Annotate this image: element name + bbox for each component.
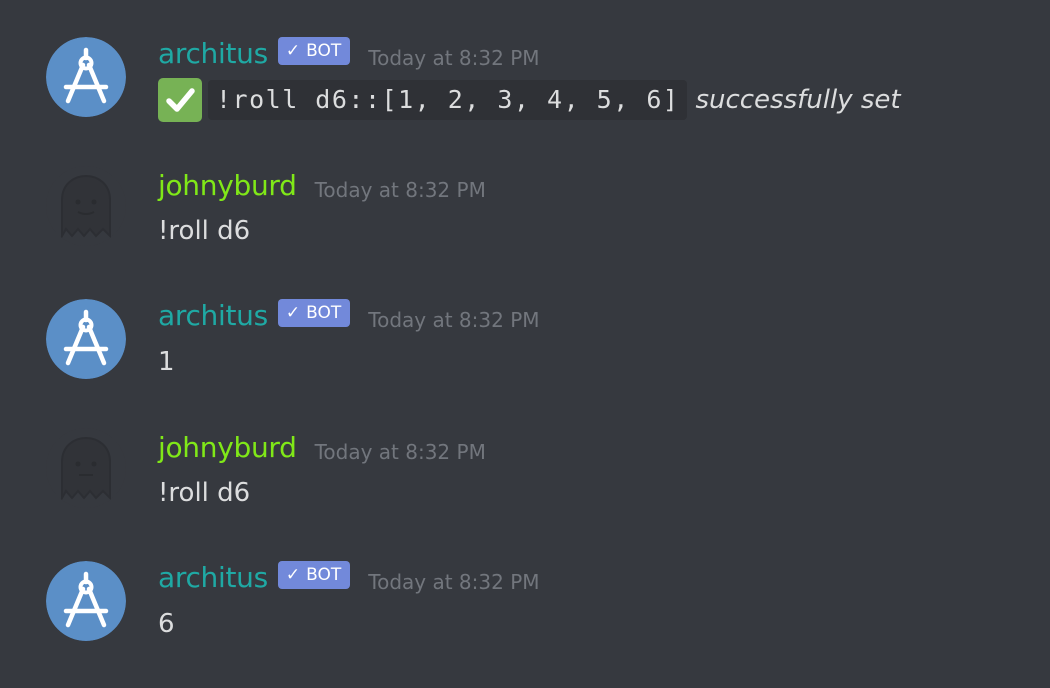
message-header: johnyburd Today at 8:32 PM (158, 428, 486, 468)
message-content: !roll d6 (158, 473, 250, 513)
username[interactable]: architus (158, 558, 268, 598)
timestamp: Today at 8:32 PM (368, 308, 540, 332)
inline-code: !roll d6::[1, 2, 3, 4, 5, 6] (208, 80, 688, 120)
compass-icon (46, 561, 126, 641)
chat-message-list: architus ✓ BOT Today at 8:32 PM !roll d6:… (0, 0, 1050, 688)
message-text: successfully set (695, 85, 901, 115)
message-text: !roll d6 (158, 216, 251, 246)
avatar[interactable] (46, 37, 126, 117)
avatar[interactable] (46, 561, 126, 641)
timestamp: Today at 8:32 PM (368, 46, 540, 70)
username[interactable]: architus (158, 34, 268, 74)
compass-icon (46, 37, 126, 117)
message-content: !roll d6::[1, 2, 3, 4, 5, 6] successfull… (158, 78, 901, 122)
bot-tag-label: BOT (306, 41, 342, 61)
ghost-icon (46, 428, 126, 508)
username[interactable]: johnyburd (158, 166, 297, 206)
checkmark-icon: ✓ (285, 565, 301, 585)
message-header: architus ✓ BOT Today at 8:32 PM (158, 34, 540, 74)
bot-tag: ✓ BOT (277, 37, 351, 65)
message-header: johnyburd Today at 8:32 PM (158, 166, 486, 206)
message: architus ✓ BOT Today at 8:32 PM 6 (0, 524, 1050, 654)
message-header: architus ✓ BOT Today at 8:32 PM (158, 296, 540, 336)
checkmark-icon: ✓ (285, 41, 301, 61)
bot-tag-label: BOT (306, 565, 342, 585)
bot-tag: ✓ BOT (277, 299, 351, 327)
timestamp: Today at 8:32 PM (368, 570, 540, 594)
message-text: 1 (158, 347, 175, 377)
ghost-icon (46, 166, 126, 246)
timestamp: Today at 8:32 PM (314, 440, 486, 464)
message-content: 1 (158, 342, 175, 382)
check-mark-icon (158, 78, 202, 122)
message: johnyburd Today at 8:32 PM !roll d6 (0, 393, 1050, 523)
username[interactable]: johnyburd (158, 428, 297, 468)
username[interactable]: architus (158, 296, 268, 336)
message-content: !roll d6 (158, 211, 250, 251)
message-content: 6 (158, 604, 175, 644)
avatar[interactable] (46, 299, 126, 379)
avatar[interactable] (46, 166, 126, 246)
message-text: !roll d6 (158, 478, 251, 508)
message: architus ✓ BOT Today at 8:32 PM !roll d6:… (0, 0, 1050, 130)
avatar[interactable] (46, 428, 126, 508)
timestamp: Today at 8:32 PM (314, 178, 486, 202)
message: architus ✓ BOT Today at 8:32 PM 1 (0, 262, 1050, 392)
bot-tag: ✓ BOT (277, 561, 351, 589)
message-header: architus ✓ BOT Today at 8:32 PM (158, 558, 540, 598)
compass-icon (46, 299, 126, 379)
checkmark-icon: ✓ (285, 303, 301, 323)
bot-tag-label: BOT (306, 303, 342, 323)
message-text: 6 (158, 609, 175, 639)
message: johnyburd Today at 8:32 PM !roll d6 (0, 131, 1050, 261)
